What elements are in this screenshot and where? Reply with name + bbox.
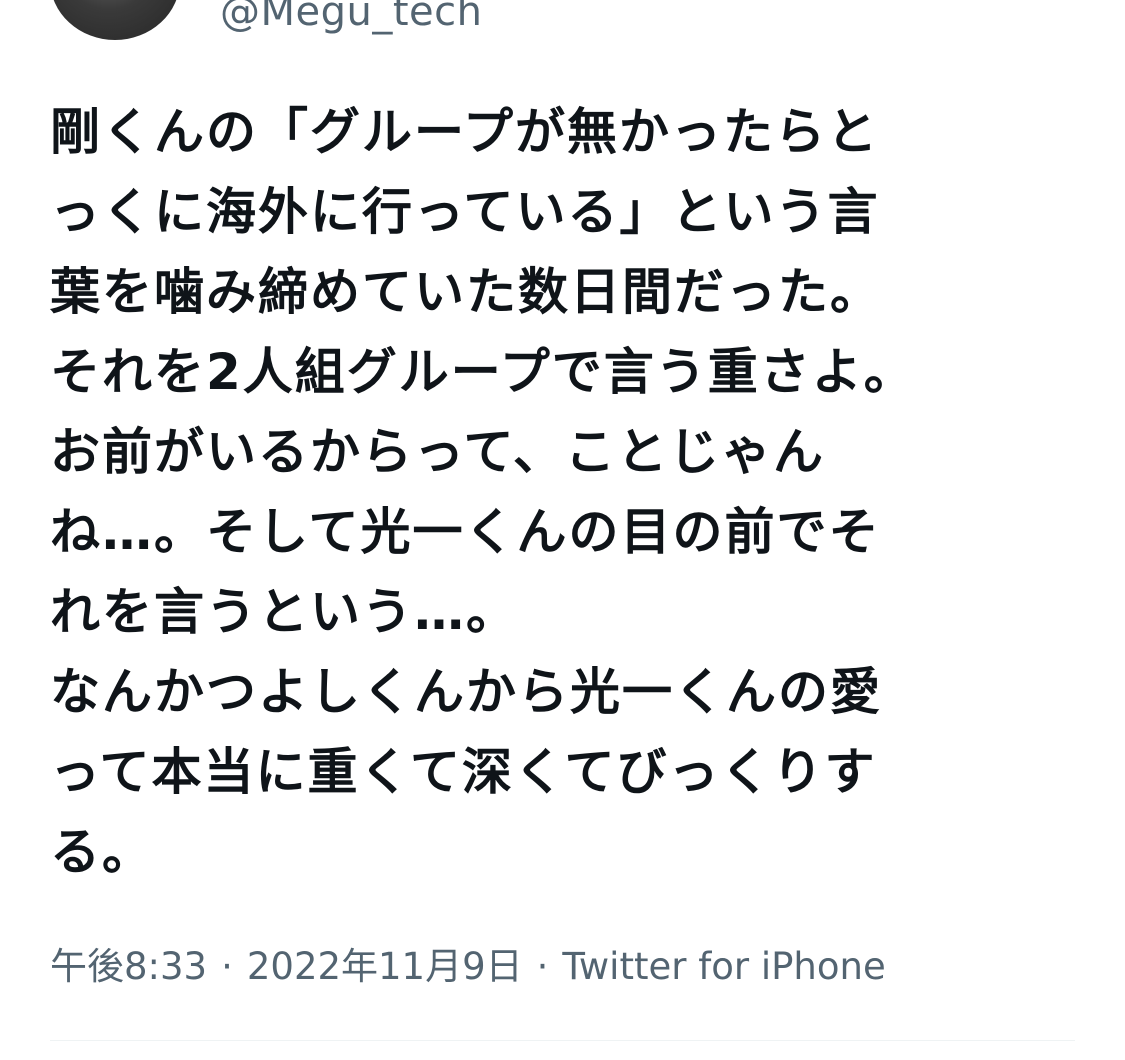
avatar[interactable] (50, 0, 180, 40)
tweet-text-line: 葉を噛み締めていた数日間だった。 (50, 263, 882, 321)
tweet-text-line: 剛くんの「グループが無かったらと (50, 103, 879, 161)
tweet-text-line: ね…。そして光一くんの目の前でそ (50, 503, 881, 561)
tweet-metadata: 午後8:33 · 2022年11月9日 · Twitter for iPhone (50, 944, 886, 990)
tweet-text-line: っくに海外に行っている」という言 (50, 183, 880, 241)
tweet-date[interactable]: 2022年11月9日 (247, 945, 523, 988)
tweet-time[interactable]: 午後8:33 (50, 945, 207, 988)
divider (50, 1040, 1075, 1041)
tweet-text-line: それを2人組グループで言う重さよ。 (50, 343, 916, 401)
tweet-author-header: @Megu_tech (50, 0, 1050, 40)
tweet-text-line: お前がいるからって、ことじゃん (50, 423, 825, 481)
tweet-text-line: なんかつよしくんから光一くんの愛 (50, 663, 882, 721)
tweet-text-line: って本当に重くて深くてびっくりす (50, 743, 877, 801)
tweet-text-line: る。 (50, 823, 154, 881)
tweet-text-line: れを言うという…。 (50, 583, 518, 641)
author-handle[interactable]: @Megu_tech (220, 0, 483, 32)
tweet-detail-view: @Megu_tech 剛くんの「グループが無かったらと っくに海外に行っている」… (0, 0, 1125, 1060)
meta-separator: · (221, 945, 233, 988)
meta-separator: · (536, 945, 549, 988)
tweet-client[interactable]: Twitter for iPhone (562, 945, 885, 988)
tweet-text: 剛くんの「グループが無かったらと っくに海外に行っている」という言 葉を噛み締め… (50, 92, 1090, 892)
